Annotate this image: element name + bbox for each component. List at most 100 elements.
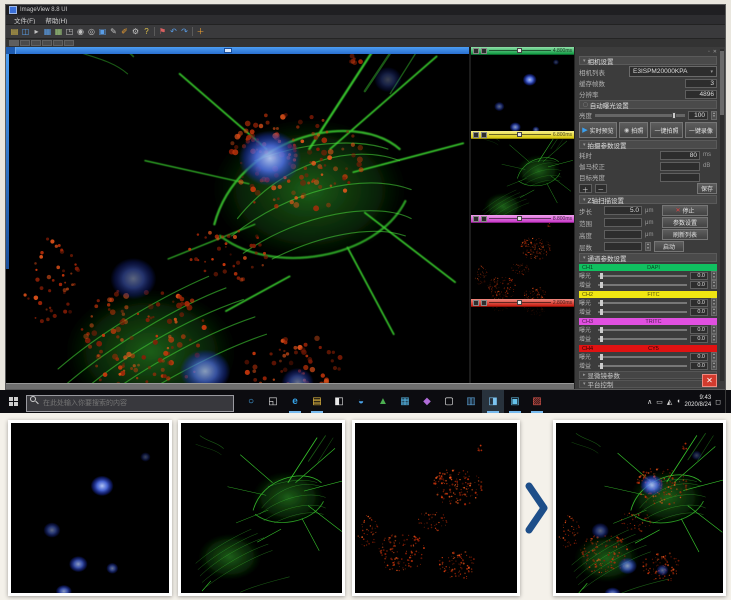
remove-button[interactable]: － — [595, 184, 608, 193]
search-input[interactable] — [26, 395, 234, 412]
channel-color-bar-dapi[interactable]: CH1 DAPI — [579, 264, 717, 271]
slider-handle[interactable] — [672, 112, 676, 119]
flag-icon[interactable]: ⚑ — [157, 26, 168, 37]
document-icon[interactable]: ▢ — [438, 390, 460, 413]
start-button[interactable]: 启动 — [654, 241, 684, 252]
stepper-control[interactable]: ▴▾ — [711, 334, 717, 343]
channel-toggle-icon[interactable] — [473, 216, 479, 222]
help-icon[interactable]: ? — [141, 26, 152, 37]
stepper-control[interactable]: ▴▾ — [711, 298, 717, 307]
channel-toggle-icon[interactable] — [481, 132, 487, 138]
frame-cache-value[interactable]: 3 — [685, 79, 717, 88]
range-value[interactable] — [604, 218, 642, 227]
elapsed-value[interactable]: 80 — [660, 151, 700, 160]
cy5-channel-thumbnail[interactable] — [471, 307, 574, 383]
photoshop-icon[interactable]: ▨ — [526, 390, 548, 413]
gain-value[interactable]: 0.0 — [690, 308, 708, 316]
panel-restore-icon[interactable]: ▫ — [708, 49, 710, 55]
exposure-slider[interactable] — [598, 275, 687, 277]
horizontal-scrollbar[interactable] — [6, 47, 469, 54]
photos-icon[interactable]: ▣ — [504, 390, 526, 413]
open-folder-icon[interactable]: ▤ — [9, 26, 20, 37]
file-explorer-icon[interactable]: ▤ — [306, 390, 328, 413]
channels-section-header[interactable]: ▾ 通道参数设置 — [579, 253, 717, 262]
channel-toggle-icon[interactable] — [481, 48, 487, 54]
gain-slider[interactable] — [598, 311, 687, 313]
stage-control-section[interactable]: ▾ 平台控制 — [579, 380, 717, 388]
save-button[interactable]: 保存 — [697, 183, 717, 194]
channel-toggle-icon[interactable] — [473, 132, 479, 138]
drive-icon[interactable]: ▲ — [372, 390, 394, 413]
level-slider-handle[interactable] — [517, 300, 522, 305]
image-tab[interactable] — [42, 40, 52, 46]
gain-value[interactable]: 0.0 — [690, 362, 708, 370]
fitc-channel-thumbnail[interactable] — [471, 139, 574, 215]
taskbar-search[interactable] — [26, 392, 234, 412]
stepper-control[interactable]: ▴▾ — [711, 307, 717, 316]
target-brightness-value[interactable] — [660, 173, 700, 182]
image-window2-icon[interactable]: ▦ — [53, 26, 64, 37]
level-slider-handle[interactable] — [517, 132, 522, 137]
imaging-app-icon[interactable]: ◨ — [482, 390, 504, 413]
pointer-icon[interactable]: ▸ — [31, 26, 42, 37]
image-window-icon[interactable]: ▦ — [42, 26, 53, 37]
vertical-scrollbar[interactable] — [6, 54, 9, 269]
exposure-value[interactable]: 0.0 — [690, 299, 708, 307]
channel-level-slider[interactable]: 8.800ms — [471, 215, 574, 223]
gain-value[interactable]: 0.0 — [690, 335, 708, 343]
microscope-params-section[interactable]: ▸ 显微镜参数 — [579, 371, 717, 379]
level-slider-handle[interactable] — [517, 48, 522, 53]
stepper-control[interactable]: ▴▾ — [711, 271, 717, 280]
image-tab[interactable] — [9, 40, 19, 46]
capture-params-header[interactable]: ▾ 拍摄参数设置 — [579, 140, 717, 149]
panel-close-icon[interactable]: ✕ — [713, 49, 717, 55]
panel-scrollbar[interactable] — [720, 49, 724, 381]
channel-toggle-icon[interactable] — [473, 300, 479, 306]
exposure-value[interactable]: 0.0 — [690, 353, 708, 361]
channel-color-bar-cy5[interactable]: CH4 CY5 — [579, 345, 717, 352]
cortana-icon[interactable]: ○ — [240, 390, 262, 413]
channel-level-slider[interactable]: 2.800ms — [471, 299, 574, 307]
camera-icon[interactable]: ◉ — [75, 26, 86, 37]
checkbox-icon[interactable]: ▢ — [583, 102, 588, 108]
stepper-control[interactable]: ▴▾ — [711, 325, 717, 334]
motion-settings-button[interactable]: 参数设置 — [662, 217, 708, 228]
gain-slider[interactable] — [598, 365, 687, 367]
start-button[interactable] — [0, 390, 26, 413]
store-icon[interactable]: ◧ — [328, 390, 350, 413]
edge-icon[interactable]: e — [284, 390, 306, 413]
exposure-slider[interactable] — [598, 356, 687, 358]
zstack-header[interactable]: ▾ Z轴扫描设置 — [579, 195, 717, 204]
task-view-icon[interactable]: ◱ — [262, 390, 284, 413]
exposure-slider[interactable] — [598, 302, 687, 304]
image-tab[interactable] — [31, 40, 41, 46]
level-slider-handle[interactable] — [517, 216, 522, 221]
brightness-value[interactable]: 100 — [688, 111, 708, 120]
battery-icon[interactable]: ▭ — [656, 398, 663, 406]
camera-select-dropdown[interactable]: E3ISPM20000KPA ▾ — [629, 66, 717, 77]
image-tab[interactable] — [20, 40, 30, 46]
measure-icon[interactable]: ✐ — [119, 26, 130, 37]
channel-color-bar-fitc[interactable]: CH2 FITC — [579, 291, 717, 298]
annotate-icon[interactable]: ✎ — [108, 26, 119, 37]
image-tab[interactable] — [64, 40, 74, 46]
gamma-value[interactable] — [660, 162, 700, 171]
gain-slider[interactable] — [598, 338, 687, 340]
redo-icon[interactable]: ↷ — [179, 26, 190, 37]
one-shot-button[interactable]: 一键拍照 — [650, 122, 682, 138]
refresh-list-button[interactable]: 刷新列表 — [662, 229, 708, 240]
exposure-slider[interactable] — [598, 329, 687, 331]
stepper-control[interactable]: ▴▾ — [645, 242, 651, 251]
gain-slider[interactable] — [598, 284, 687, 286]
close-button[interactable]: ✕ — [702, 374, 717, 387]
app-grid-icon[interactable]: ▥ — [460, 390, 482, 413]
show-desktop-button[interactable] — [725, 390, 729, 413]
volume-icon[interactable]: ◖ — [676, 398, 680, 405]
record-button[interactable]: 一键录像 — [685, 122, 717, 138]
tray-expand-icon[interactable]: ∧ — [647, 398, 652, 406]
layers-value[interactable] — [604, 242, 642, 251]
zoom-icon[interactable]: ◎ — [86, 26, 97, 37]
picture-icon[interactable]: ▣ — [97, 26, 108, 37]
menu-file[interactable]: 文件(F) — [10, 15, 39, 25]
channel-toggle-icon[interactable] — [473, 48, 479, 54]
